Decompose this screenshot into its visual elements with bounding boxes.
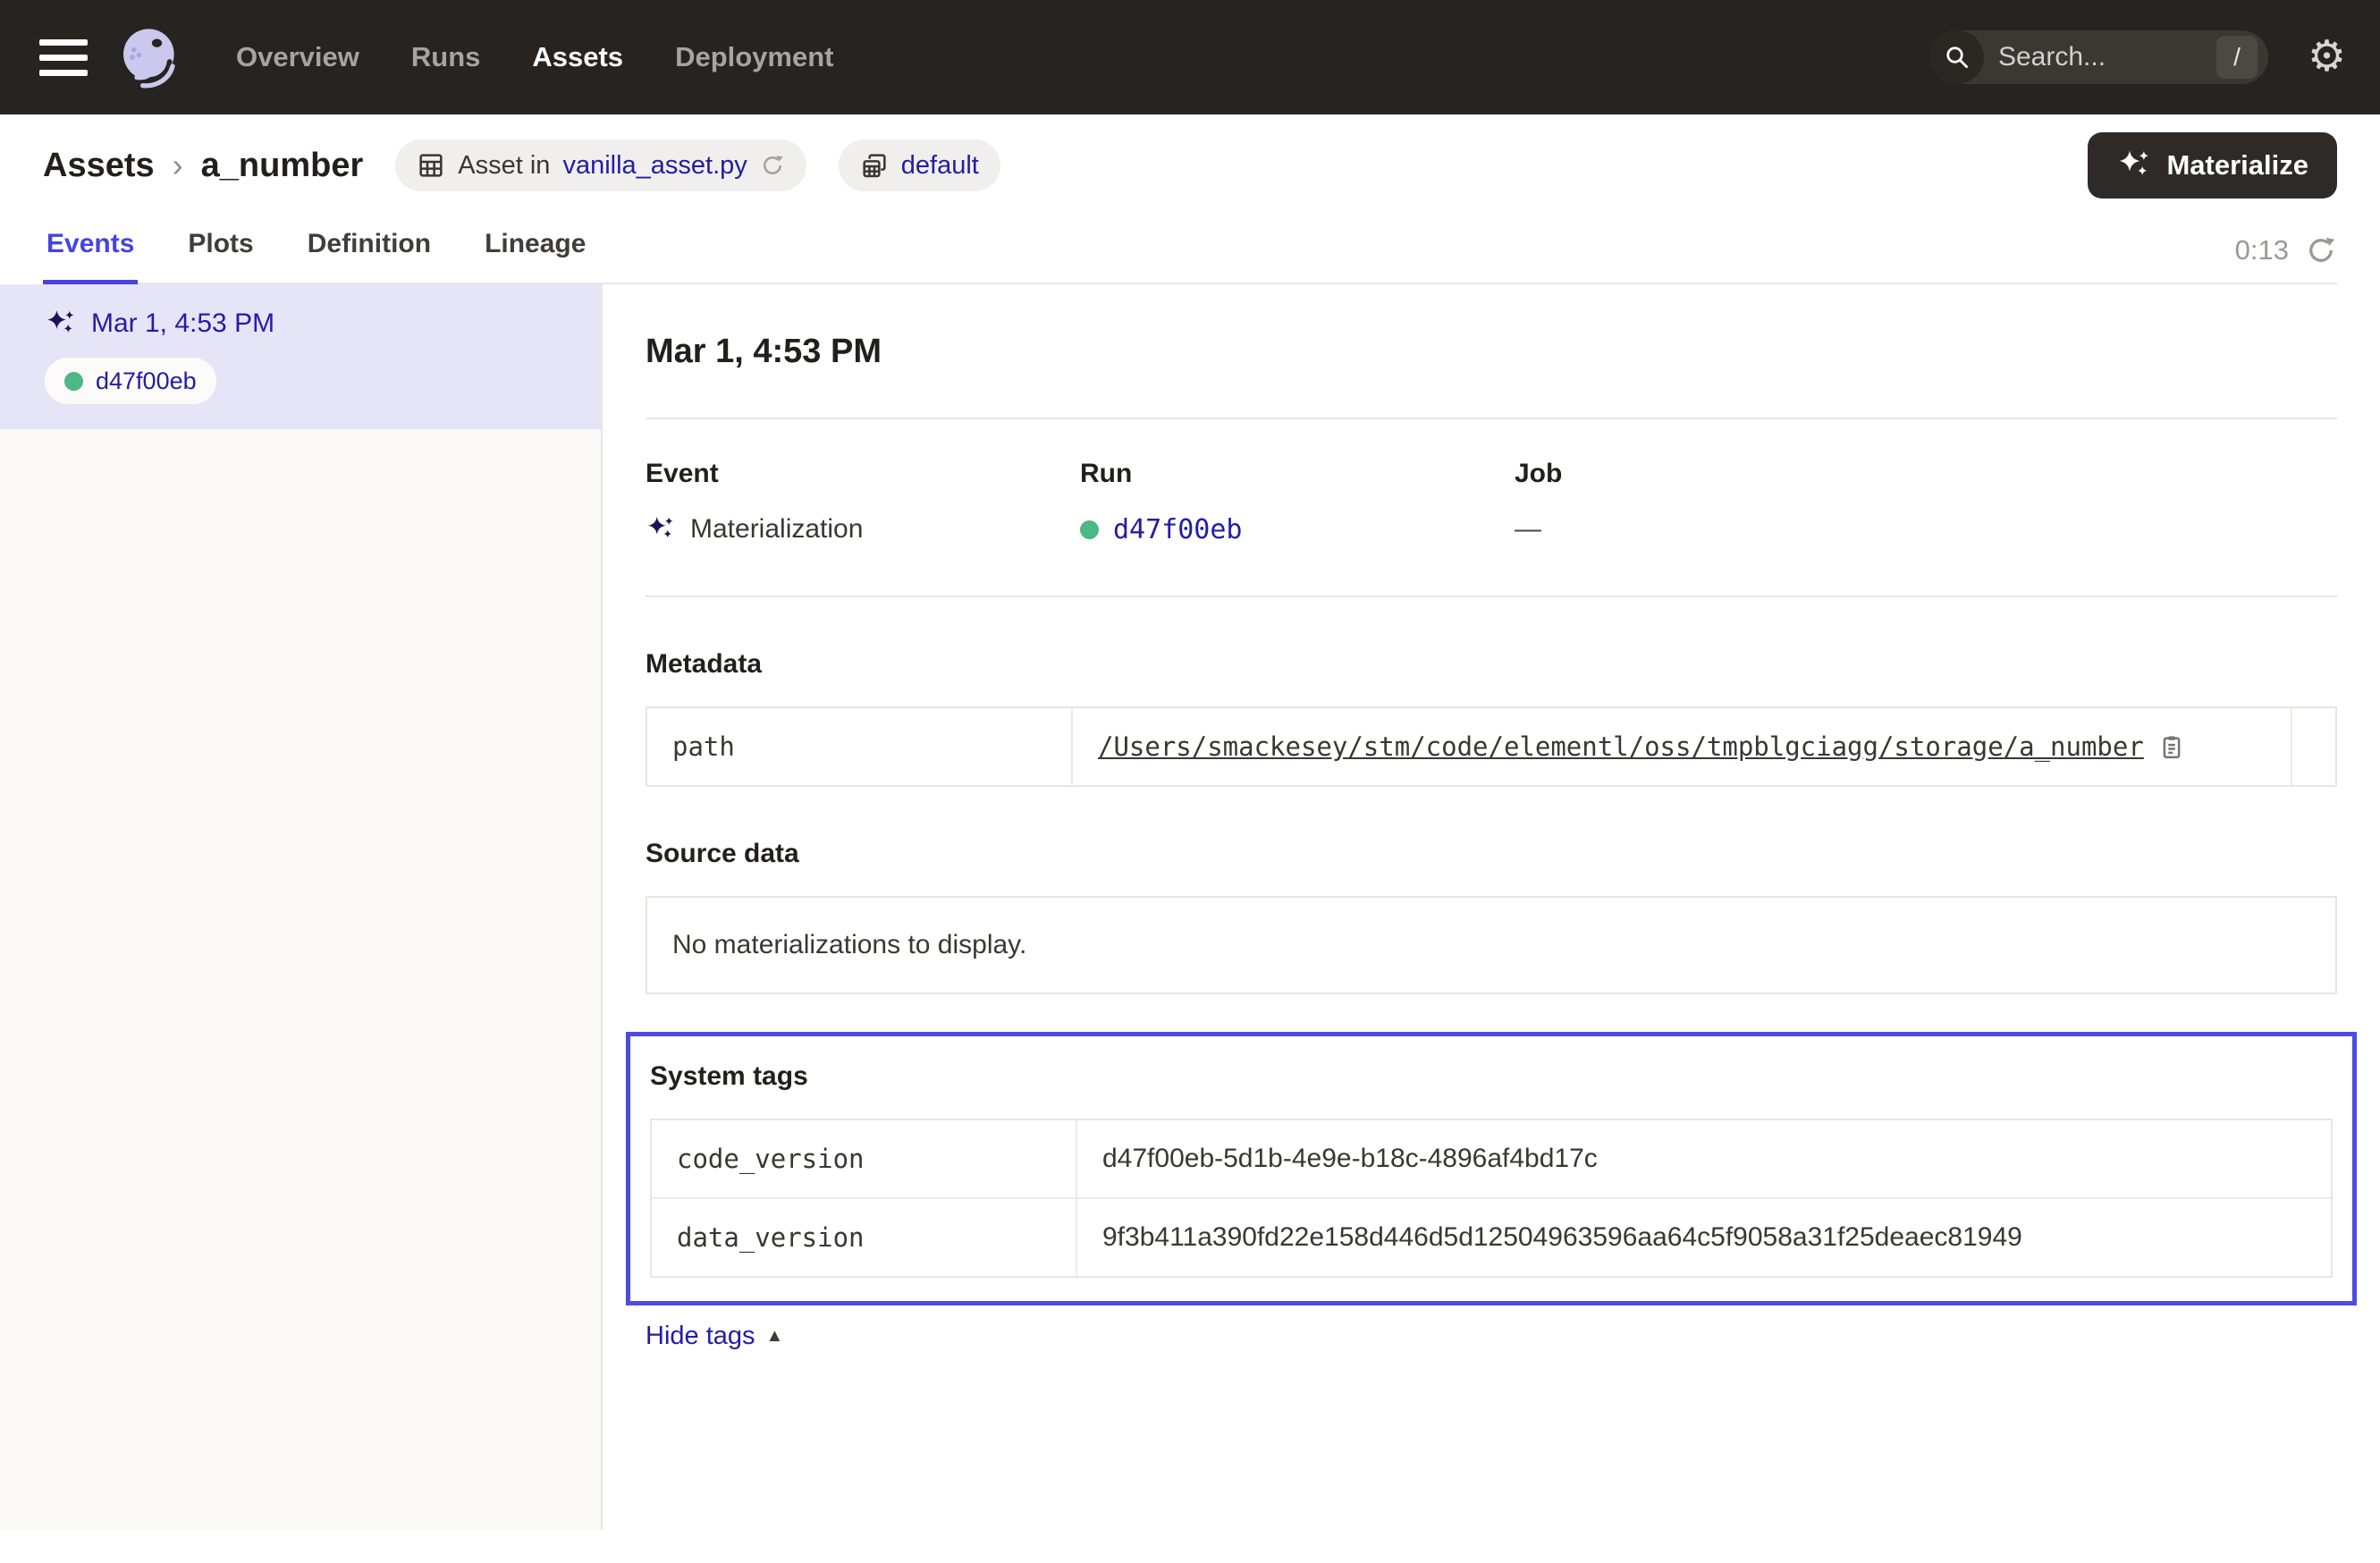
events-sidebar: Mar 1, 4:53 PM d47f00eb: [0, 284, 603, 1530]
metadata-table: path /Users/smackesey/stm/code/elementl/…: [646, 706, 2337, 787]
auto-refresh-timer: 0:13: [2235, 234, 2337, 283]
system-tag-value: d47f00eb-5d1b-4e9e-b18c-4896af4bd17c: [1102, 1144, 1598, 1174]
hamburger-menu-icon[interactable]: [39, 39, 88, 76]
table-row: code_version d47f00eb-5d1b-4e9e-b18c-489…: [652, 1120, 2331, 1197]
source-data-empty-state: No materializations to display.: [646, 896, 2337, 994]
event-list-item[interactable]: Mar 1, 4:53 PM d47f00eb: [0, 284, 601, 429]
caret-up-icon: ▲: [766, 1326, 784, 1347]
materialization-sparkle-icon: [646, 514, 676, 545]
event-type-value: Materialization: [690, 514, 863, 545]
nav-item-runs[interactable]: Runs: [411, 41, 481, 73]
system-tags-table: code_version d47f00eb-5d1b-4e9e-b18c-489…: [650, 1119, 2333, 1278]
nav-item-overview[interactable]: Overview: [236, 41, 359, 73]
materialization-sparkle-icon: [45, 308, 77, 340]
asset-table-icon: [417, 151, 445, 180]
breadcrumb-assets-link[interactable]: Assets: [43, 147, 155, 185]
event-detail-title: Mar 1, 4:53 PM: [646, 333, 2337, 371]
system-tag-key: data_version: [652, 1199, 1077, 1276]
metadata-key: path: [647, 708, 1073, 785]
tab-lineage[interactable]: Lineage: [481, 216, 589, 283]
search-placeholder: Search...: [1998, 42, 2106, 72]
breadcrumb-separator-icon: ›: [173, 147, 183, 184]
sparkle-icon: [2116, 148, 2152, 183]
run-column-header: Run: [1080, 459, 1515, 489]
refresh-countdown: 0:13: [2235, 234, 2289, 266]
breadcrumb: Assets › a_number Asset in vanilla_asset…: [43, 114, 2337, 216]
source-data-empty-message: No materializations to display.: [672, 930, 1026, 959]
top-navigation-bar: Overview Runs Assets Deployment Search..…: [0, 0, 2380, 114]
system-tags-highlight-box: System tags code_version d47f00eb-5d1b-4…: [626, 1032, 2357, 1305]
nav-item-deployment[interactable]: Deployment: [675, 41, 833, 73]
table-row: path /Users/smackesey/stm/code/elementl/…: [647, 708, 2335, 785]
asset-group-icon: [860, 151, 889, 180]
table-row: data_version 9f3b411a390fd22e158d446d5d1…: [652, 1197, 2331, 1276]
reload-definition-icon[interactable]: [760, 153, 785, 178]
search-shortcut-key: /: [2216, 36, 2258, 79]
search-input[interactable]: Search... /: [1930, 30, 2268, 84]
metadata-heading: Metadata: [646, 649, 2337, 680]
event-timestamp-link[interactable]: Mar 1, 4:53 PM: [91, 308, 274, 339]
dagster-logo[interactable]: [114, 21, 186, 93]
metadata-path-link[interactable]: /Users/smackesey/stm/code/elementl/oss/t…: [1098, 731, 2144, 762]
settings-gear-icon[interactable]: ⚙: [2308, 36, 2346, 79]
asset-definition-chip[interactable]: Asset in vanilla_asset.py: [395, 139, 806, 191]
system-tag-key: code_version: [652, 1120, 1077, 1197]
system-tags-heading: System tags: [650, 1061, 2333, 1092]
event-column-header: Event: [646, 459, 1080, 489]
hide-tags-label: Hide tags: [646, 1322, 755, 1351]
copy-to-clipboard-icon[interactable]: [2158, 733, 2185, 760]
run-id-link[interactable]: d47f00eb: [1113, 514, 1243, 545]
asset-page-header: Assets › a_number Asset in vanilla_asset…: [0, 114, 2380, 284]
primary-nav: Overview Runs Assets Deployment: [236, 41, 833, 73]
refresh-icon[interactable]: [2305, 234, 2337, 266]
breadcrumb-current-asset: a_number: [201, 147, 364, 185]
materialize-button-label: Materialize: [2166, 149, 2308, 182]
run-id-chip[interactable]: d47f00eb: [45, 358, 216, 404]
metadata-expand-cell[interactable]: [2291, 708, 2342, 785]
tab-plots[interactable]: Plots: [184, 216, 257, 283]
search-icon: [1930, 30, 1984, 84]
system-tag-value: 9f3b411a390fd22e158d446d5d12504963596aa6…: [1102, 1222, 2022, 1253]
tab-definition[interactable]: Definition: [304, 216, 435, 283]
tab-events[interactable]: Events: [43, 216, 138, 284]
asset-tabs: Events Plots Definition Lineage 0:13: [43, 216, 2337, 284]
hide-tags-link[interactable]: Hide tags ▲: [646, 1322, 783, 1351]
group-default-link[interactable]: default: [901, 151, 979, 181]
asset-file-link[interactable]: vanilla_asset.py: [562, 151, 747, 181]
source-data-heading: Source data: [646, 839, 2337, 869]
run-status-dot: [64, 372, 83, 391]
job-empty-value: —: [1515, 514, 1541, 545]
nav-item-assets[interactable]: Assets: [532, 41, 623, 73]
run-status-dot: [1080, 520, 1099, 539]
asset-group-chip[interactable]: default: [839, 139, 1000, 191]
event-detail-panel: Mar 1, 4:53 PM Event Materialization Run: [603, 284, 2380, 1530]
asset-chip-prefix: Asset in: [458, 151, 550, 181]
materialize-button[interactable]: Materialize: [2088, 132, 2337, 199]
job-column-header: Job: [1515, 459, 2337, 489]
event-summary: Event Materialization Run d47f00eb: [646, 459, 2337, 545]
run-id-label: d47f00eb: [96, 368, 197, 395]
